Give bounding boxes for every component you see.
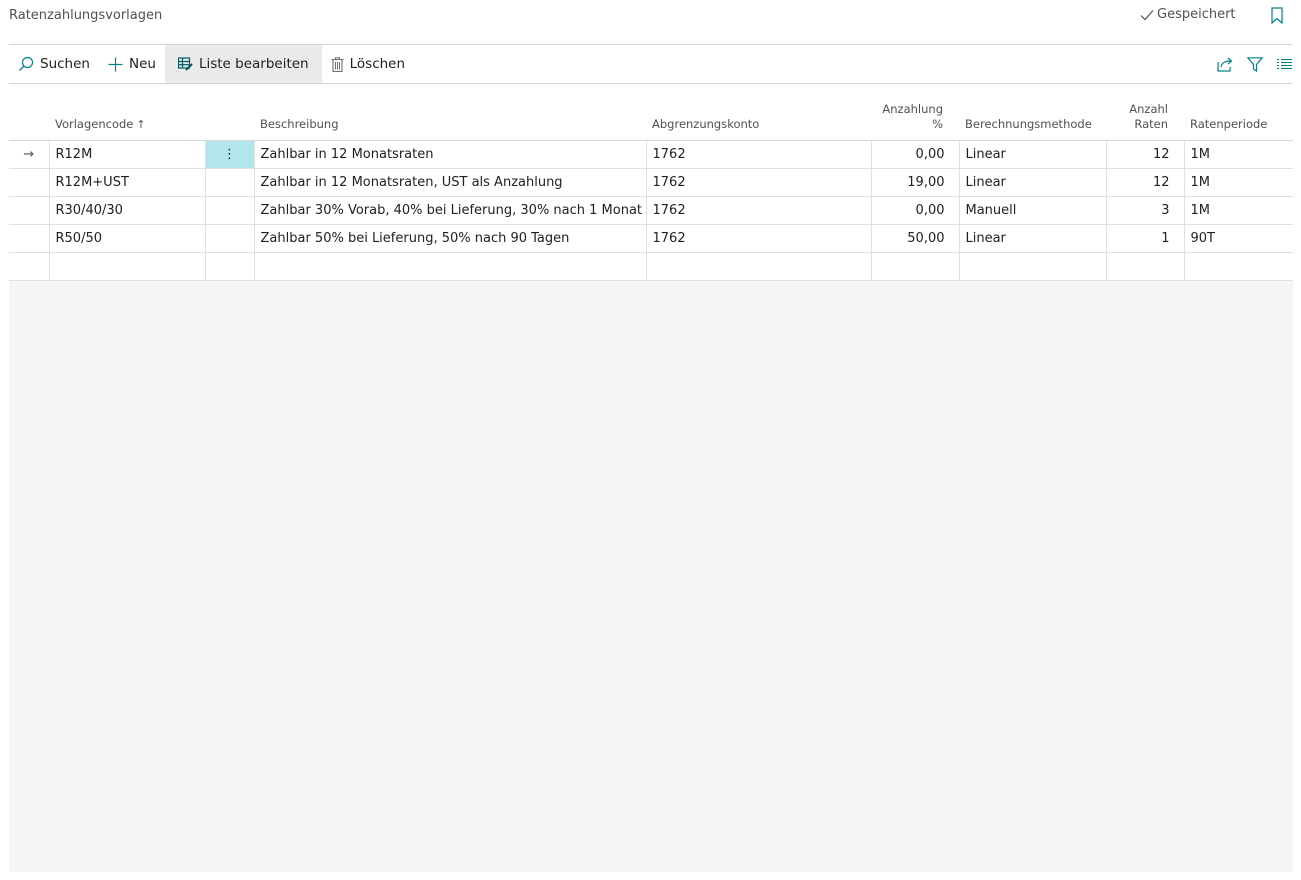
cell-method[interactable]: Linear bbox=[958, 140, 1107, 169]
share-icon bbox=[1217, 57, 1233, 72]
row-indicator bbox=[9, 224, 50, 253]
templates-table: Vorlagencode ↑ Beschreibung Abgrenzungsko… bbox=[9, 84, 1293, 281]
cell-method[interactable] bbox=[958, 252, 1107, 281]
cell-code[interactable] bbox=[48, 252, 206, 281]
cell-method[interactable]: Linear bbox=[958, 168, 1107, 197]
row-actions-cell[interactable] bbox=[204, 168, 255, 197]
row-selected-arrow-icon: → bbox=[9, 140, 50, 169]
sort-ascending-icon: ↑ bbox=[136, 118, 146, 131]
search-label: Suchen bbox=[40, 56, 90, 72]
row-indicator bbox=[9, 168, 50, 197]
column-header-account[interactable]: Abgrenzungskonto bbox=[646, 84, 871, 141]
cell-count[interactable]: 3 bbox=[1105, 196, 1185, 225]
new-label: Neu bbox=[128, 56, 156, 72]
bookmark-icon[interactable] bbox=[1270, 7, 1284, 24]
table-row[interactable]: → R12M ⋮ Zahlbar in 12 Monatsraten 1762 … bbox=[9, 140, 1293, 169]
cell-down-payment[interactable]: 0,00 bbox=[870, 140, 960, 169]
search-icon bbox=[19, 56, 34, 71]
column-header-count[interactable]: Anzahl Raten bbox=[1106, 84, 1184, 141]
cell-period[interactable]: 90T bbox=[1183, 224, 1293, 253]
column-header-method[interactable]: Berechnungsmethode bbox=[959, 84, 1106, 141]
page-title: Ratenzahlungsvorlagen bbox=[9, 8, 163, 23]
new-entry-row[interactable] bbox=[9, 252, 1293, 281]
column-header-period[interactable]: Ratenperiode bbox=[1184, 84, 1293, 141]
cell-count[interactable]: 1 bbox=[1105, 224, 1185, 253]
cell-description[interactable]: Zahlbar 30% Vorab, 40% bei Lieferung, 30… bbox=[253, 196, 647, 225]
cell-down-payment[interactable] bbox=[870, 252, 960, 281]
row-actions-cell[interactable] bbox=[204, 224, 255, 253]
saved-status: Gespeichert bbox=[1140, 7, 1236, 22]
edit-list-icon bbox=[177, 57, 193, 71]
cell-code[interactable]: R12M bbox=[48, 140, 206, 169]
column-label-count-1: Anzahl bbox=[1129, 102, 1168, 116]
cell-account[interactable] bbox=[645, 252, 872, 281]
cell-period[interactable] bbox=[1183, 252, 1293, 281]
indicator-header bbox=[9, 84, 49, 141]
toolbar-right bbox=[1217, 45, 1292, 83]
column-label-code: Vorlagencode bbox=[55, 117, 134, 131]
cell-down-payment[interactable]: 0,00 bbox=[870, 196, 960, 225]
column-header-description[interactable]: Beschreibung bbox=[254, 84, 646, 141]
cell-period[interactable]: 1M bbox=[1183, 140, 1293, 169]
row-actions-cell[interactable] bbox=[204, 196, 255, 225]
table-row[interactable]: R12M+UST Zahlbar in 12 Monatsraten, UST … bbox=[9, 168, 1293, 197]
list-area: Vorlagencode ↑ Beschreibung Abgrenzungsko… bbox=[9, 84, 1293, 872]
cell-description[interactable]: Zahlbar in 12 Monatsraten bbox=[253, 140, 647, 169]
trash-icon bbox=[331, 56, 344, 72]
cell-count[interactable]: 12 bbox=[1105, 140, 1185, 169]
row-indicator bbox=[9, 196, 50, 225]
search-button[interactable]: Suchen bbox=[9, 45, 99, 83]
checkmark-icon bbox=[1140, 9, 1154, 20]
delete-button[interactable]: Löschen bbox=[322, 45, 414, 83]
row-actions-cell[interactable] bbox=[204, 252, 255, 281]
cell-method[interactable]: Manuell bbox=[958, 196, 1107, 225]
cell-down-payment[interactable]: 50,00 bbox=[870, 224, 960, 253]
column-label-down-payment-1: Anzahlung bbox=[882, 102, 943, 116]
cell-account[interactable]: 1762 bbox=[645, 168, 872, 197]
list-view-icon bbox=[1277, 58, 1292, 70]
row-actions-button[interactable]: ⋮ bbox=[204, 140, 255, 169]
cell-account[interactable]: 1762 bbox=[645, 224, 872, 253]
cell-method[interactable]: Linear bbox=[958, 224, 1107, 253]
table-row[interactable]: R50/50 Zahlbar 50% bei Lieferung, 50% na… bbox=[9, 224, 1293, 253]
column-label-down-payment-2: % bbox=[932, 117, 943, 131]
cell-description[interactable]: Zahlbar in 12 Monatsraten, UST als Anzah… bbox=[253, 168, 647, 197]
cell-code[interactable]: R12M+UST bbox=[48, 168, 206, 197]
cell-count[interactable]: 12 bbox=[1105, 168, 1185, 197]
cell-code[interactable]: R50/50 bbox=[48, 224, 206, 253]
saved-status-label: Gespeichert bbox=[1157, 7, 1236, 22]
cell-account[interactable]: 1762 bbox=[645, 196, 872, 225]
cell-period[interactable]: 1M bbox=[1183, 168, 1293, 197]
cell-account[interactable]: 1762 bbox=[645, 140, 872, 169]
cell-down-payment[interactable]: 19,00 bbox=[870, 168, 960, 197]
table-row[interactable]: R30/40/30 Zahlbar 30% Vorab, 40% bei Lie… bbox=[9, 196, 1293, 225]
row-indicator bbox=[9, 252, 50, 281]
actions-header bbox=[205, 84, 254, 141]
delete-label: Löschen bbox=[349, 56, 406, 72]
share-button[interactable] bbox=[1217, 57, 1233, 72]
table-header: Vorlagencode ↑ Beschreibung Abgrenzungsko… bbox=[9, 84, 1293, 141]
edit-list-label: Liste bearbeiten bbox=[198, 56, 309, 72]
action-bar: Suchen Neu Liste bearbeiten Löschen bbox=[9, 45, 1292, 83]
cell-code[interactable]: R30/40/30 bbox=[48, 196, 206, 225]
cell-count[interactable] bbox=[1105, 252, 1185, 281]
filter-icon bbox=[1247, 56, 1263, 72]
plus-icon bbox=[108, 57, 123, 71]
cell-period[interactable]: 1M bbox=[1183, 196, 1293, 225]
column-header-down-payment[interactable]: Anzahlung% bbox=[871, 84, 959, 141]
cell-description[interactable] bbox=[253, 252, 647, 281]
edit-list-button[interactable]: Liste bearbeiten bbox=[164, 45, 322, 83]
list-view-button[interactable] bbox=[1277, 58, 1292, 70]
new-button[interactable]: Neu bbox=[99, 45, 165, 83]
cell-description[interactable]: Zahlbar 50% bei Lieferung, 50% nach 90 T… bbox=[253, 224, 647, 253]
filter-button[interactable] bbox=[1247, 56, 1263, 72]
column-label-count-2: Raten bbox=[1134, 117, 1168, 131]
column-header-code[interactable]: Vorlagencode ↑ bbox=[49, 84, 205, 141]
